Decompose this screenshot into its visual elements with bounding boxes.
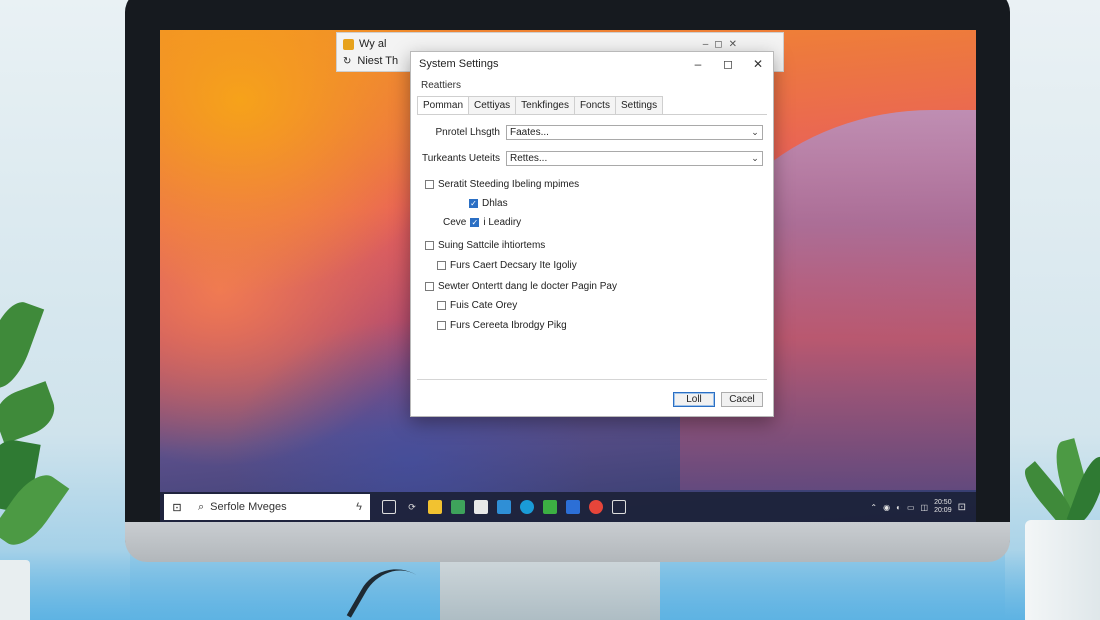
field-label-2: Turkeants Ueteits — [422, 152, 500, 164]
background-window-text: Niest Th — [357, 55, 399, 67]
checkbox-prefix: Ceve — [443, 217, 467, 228]
dropdown-1[interactable]: Faates... ⌄ — [506, 124, 763, 140]
cancel-button[interactable]: Cacel — [721, 392, 763, 407]
checkbox[interactable] — [437, 301, 446, 310]
monitor-chin — [125, 522, 1010, 562]
checkbox-row-7[interactable]: Fuis Cate Orey — [437, 300, 517, 311]
minimize-button[interactable]: – — [683, 52, 713, 76]
notes-app-icon[interactable] — [428, 500, 442, 514]
store-app-icon[interactable] — [566, 500, 580, 514]
dialog-title: System Settings — [419, 58, 499, 70]
footer-divider — [417, 379, 767, 380]
tab-tenkfinges[interactable]: Tenkfinges — [515, 96, 575, 114]
file-explorer-icon[interactable] — [474, 500, 488, 514]
checkbox-label: Fuis Cate Orey — [450, 300, 518, 311]
chevron-down-icon: ⌄ — [751, 126, 759, 137]
checkbox-label: Furs Cereeta Ibrodgy Pikg — [450, 320, 567, 331]
start-button[interactable]: ⊡ — [164, 494, 190, 520]
field-label-1: Pnrotel Lhsgth — [435, 126, 501, 138]
checkbox-label: i Leadiry — [483, 217, 522, 228]
maximize-button[interactable]: ◻ — [713, 52, 743, 76]
tab-settings[interactable]: Settings — [614, 96, 664, 114]
dialog-titlebar: System Settings – ◻ ✕ — [411, 52, 773, 76]
field-row-1: Pnrotel Lhsgth Faates... ⌄ — [421, 124, 763, 140]
dropdown-2-value: Rettes... — [510, 152, 548, 164]
network-icon[interactable]: ◉ — [883, 503, 890, 512]
checkbox-row-4[interactable]: Suing Sattcile ihtiortems — [425, 240, 545, 251]
clock-time: 20:50 — [934, 499, 952, 506]
checkbox-label: Seratit Steeding Ibeling mpimes — [438, 179, 580, 190]
background-window-title: Wy al — [359, 38, 387, 50]
action-center-icon[interactable]: ⊡ — [958, 502, 966, 513]
tab-foncts[interactable]: Foncts — [573, 96, 616, 114]
settings-app-icon[interactable] — [612, 500, 626, 514]
checkbox-label: Sewter Ontertt dang le docter Pagin Pay — [438, 281, 617, 292]
clock[interactable]: 20:50 20:09 — [934, 499, 952, 515]
microphone-icon[interactable]: ϟ — [356, 501, 362, 513]
app-icon — [343, 38, 354, 50]
taskbar-search-text: Serfole Mveges — [210, 501, 287, 513]
search-icon: ⌕ — [198, 500, 205, 513]
tab-cettiyas[interactable]: Cettiyas — [468, 96, 517, 114]
checkbox-label: Furs Caert Decsary Ite Igoliy — [450, 260, 577, 271]
checkbox-label: Suing Sattcile ihtiortems — [438, 240, 546, 251]
checkbox-row-6[interactable]: Sewter Ontertt dang le docter Pagin Pay — [425, 281, 617, 292]
field-row-2: Turkeants Ueteits Rettes... ⌄ — [421, 150, 763, 166]
checkbox-row-8[interactable]: Furs Cereeta Ibrodgy Pikg — [437, 320, 567, 331]
checkbox-checked[interactable]: ✓ — [469, 199, 478, 208]
dropdown-2[interactable]: Rettes... ⌄ — [506, 150, 763, 166]
system-tray: ⌃ ◉ ◐ ▭ ◫ 20:50 20:09 ⊡ — [870, 499, 976, 515]
chevron-up-icon[interactable]: ⌃ — [870, 503, 877, 512]
taskbar-apps: ⟳ — [382, 500, 626, 514]
ok-button[interactable]: Loll — [673, 392, 715, 407]
tab-divider — [417, 114, 767, 115]
edge-browser-icon[interactable] — [520, 500, 534, 514]
notification-icon[interactable]: ◫ — [921, 503, 929, 512]
checkbox[interactable] — [425, 180, 434, 189]
refresh-icon: ↻ — [343, 55, 352, 67]
messaging-app-icon[interactable] — [543, 500, 557, 514]
chevron-down-icon: ⌄ — [751, 152, 759, 163]
widgets-icon[interactable]: ⟳ — [405, 500, 419, 514]
volume-icon[interactable]: ◐ — [896, 503, 901, 512]
checkbox-checked[interactable]: ✓ — [470, 218, 480, 227]
chrome-browser-icon[interactable] — [589, 500, 603, 514]
checkbox[interactable] — [425, 282, 434, 291]
system-settings-dialog: System Settings – ◻ ✕ Reattiers Pomman C… — [410, 51, 774, 417]
background-window-controls[interactable]: –◻✕ — [703, 39, 743, 50]
close-button[interactable]: ✕ — [743, 52, 773, 76]
checkbox-row-5[interactable]: Furs Caert Decsary Ite Igoliy — [437, 260, 577, 271]
checkbox[interactable] — [437, 261, 446, 270]
monitor-stand — [440, 560, 660, 620]
task-view-icon[interactable] — [382, 500, 396, 514]
tab-strip: Pomman Cettiyas Tenkfinges Foncts Settin… — [417, 96, 664, 114]
battery-icon[interactable]: ▭ — [907, 503, 915, 512]
desktop-screen: Wy al ↻ Niest Th –◻✕ System Settings – ◻… — [160, 30, 976, 522]
checkbox-label: Dhlas — [482, 198, 508, 209]
taskbar-search[interactable]: ⌕ Serfole Mveges ϟ — [190, 494, 370, 520]
photos-app-icon[interactable] — [497, 500, 511, 514]
clock-date: 20:09 — [934, 507, 952, 514]
dropdown-1-value: Faates... — [510, 126, 549, 138]
checkbox[interactable] — [425, 241, 434, 250]
spreadsheet-app-icon[interactable] — [451, 500, 465, 514]
section-label: Reattiers — [421, 80, 462, 91]
checkbox-row-1[interactable]: Seratit Steeding Ibeling mpimes — [425, 179, 579, 190]
checkbox-row-2[interactable]: ✓ Dhlas — [469, 198, 508, 209]
taskbar: ⊡ ⌕ Serfole Mveges ϟ ⟳ ⌃ ◉ ◐ ▭ ◫ 20:50 2… — [160, 492, 976, 522]
tab-pomman[interactable]: Pomman — [417, 96, 470, 114]
checkbox-row-3[interactable]: Ceve ✓ i Leadiry — [443, 217, 521, 228]
checkbox[interactable] — [437, 321, 446, 330]
